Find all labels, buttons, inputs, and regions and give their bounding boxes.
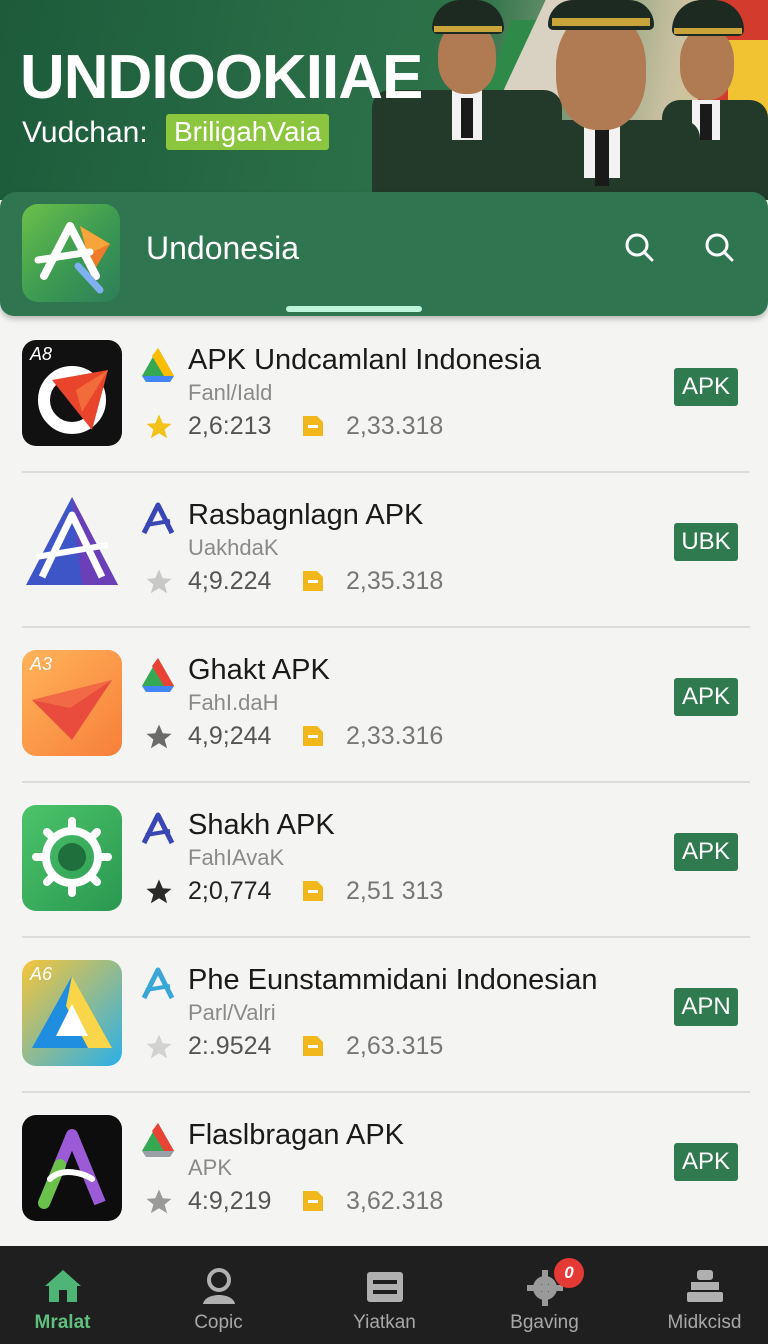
app-name: Flaslbragan APK	[188, 1119, 405, 1151]
star-icon	[144, 1187, 174, 1217]
officer-center-image	[500, 0, 700, 200]
file-icon	[300, 413, 326, 439]
list-item[interactable]: Flaslbragan APK APK 4:9,219 3,62.318 APK	[0, 1093, 768, 1248]
logo-a-icon	[34, 222, 110, 294]
banner-subtitle: Vudchan:	[22, 116, 148, 149]
app-name: Shakh APK	[188, 809, 335, 841]
app-name: Phe Eunstammidani Indonesian	[188, 964, 598, 996]
drive-icon	[138, 654, 178, 694]
notification-badge: 0	[554, 1258, 584, 1288]
user-stack-icon	[683, 1264, 727, 1308]
star-icon	[144, 722, 174, 752]
nav-label: Copic	[194, 1312, 243, 1333]
app-rating: 4;9.224	[188, 567, 272, 595]
app-publisher: FahIAvaK	[188, 845, 285, 870]
download-badge[interactable]: APK	[674, 678, 738, 716]
download-badge[interactable]: APK	[674, 1143, 738, 1181]
nav-label: Mralat	[34, 1312, 91, 1333]
list-item[interactable]: A6 Phe Eunstammidani Indonesian Parl/Val…	[0, 938, 768, 1093]
star-icon	[144, 1032, 174, 1062]
header-title: Undonesia	[146, 230, 299, 266]
file-icon	[300, 723, 326, 749]
search-icon-secondary[interactable]	[700, 228, 740, 268]
file-icon	[300, 878, 326, 904]
app-rating: 4:9,219	[188, 1187, 272, 1215]
app-icon: A8	[22, 340, 122, 446]
a-logo-icon	[138, 809, 178, 849]
file-icon	[300, 568, 326, 594]
nav-label: Bgaving	[510, 1312, 579, 1333]
list-item[interactable]: Shakh APK FahIAvaK 2;0,774 2,51 313 APK	[0, 783, 768, 938]
icon-label: A3	[29, 654, 52, 674]
download-badge[interactable]: UBK	[674, 523, 738, 561]
download-badge[interactable]: APK	[674, 833, 738, 871]
star-icon	[144, 567, 174, 597]
app-icon: A3	[22, 650, 122, 756]
drive-icon	[138, 344, 178, 384]
list-item[interactable]: Rasbagnlagn APK UakhdaK 4;9.224 2,35.318…	[0, 473, 768, 628]
download-badge[interactable]: APN	[674, 988, 738, 1026]
icon-label: A6	[29, 964, 53, 984]
banner-title: UNDIOOKIIAE	[20, 43, 423, 112]
app-publisher: FahI.daH	[188, 690, 279, 715]
app-icon	[22, 495, 122, 601]
app-icon: A6	[22, 960, 122, 1066]
icon-label: A8	[29, 344, 52, 364]
app-publisher: UakhdaK	[188, 535, 279, 560]
app-size: 2,63.315	[346, 1032, 444, 1060]
person-icon	[197, 1264, 241, 1308]
nav-item-copic[interactable]: Copic	[142, 1246, 295, 1344]
banner-tag: BriligahVaia	[166, 114, 330, 150]
nav-item-home[interactable]: Mralat	[0, 1246, 139, 1344]
app-size: 2,33.316	[346, 722, 444, 750]
app-name: APK Undcamlanl Indonesia	[188, 344, 542, 376]
list-item[interactable]: A3 Ghakt APK FahI.daH 4,9;244 2,33.316 A…	[0, 628, 768, 783]
nav-label: Midkcisd	[667, 1312, 742, 1333]
file-icon	[300, 1188, 326, 1214]
app-name: Ghakt APK	[188, 654, 330, 686]
tab-indicator	[286, 306, 422, 312]
app-name: Rasbagnlagn APK	[188, 499, 424, 531]
download-badge[interactable]: APK	[674, 368, 738, 406]
list-item[interactable]: A8 APK Undcamlanl Indonesia Fanl/Iald 2,…	[0, 318, 768, 473]
a-logo-icon	[138, 964, 178, 1004]
search-icon[interactable]	[620, 228, 660, 268]
nav-item-midkcisd[interactable]: Midkcisd	[628, 1246, 768, 1344]
bottom-navigation: Mralat Copic Yiatkan 0 Bgaving Midkcisd	[0, 1246, 768, 1344]
nav-label: Yiatkan	[353, 1312, 416, 1333]
app-rating: 2:.9524	[188, 1032, 272, 1060]
app-icon	[22, 805, 122, 911]
app-publisher: Parl/Valri	[188, 1000, 276, 1025]
app-rating: 4,9;244	[188, 722, 272, 750]
list-icon	[363, 1264, 407, 1308]
home-icon	[41, 1264, 85, 1308]
file-icon	[300, 1033, 326, 1059]
app-logo[interactable]	[22, 204, 120, 302]
star-icon	[144, 877, 174, 907]
app-header: Undonesia	[0, 192, 768, 316]
star-icon	[144, 412, 174, 442]
app-store-screen: UNDIOOKIIAE Vudchan: BriligahVaia Undone…	[0, 0, 768, 1344]
promo-banner[interactable]: UNDIOOKIIAE Vudchan: BriligahVaia	[0, 0, 768, 200]
app-publisher: APK	[188, 1155, 233, 1180]
app-size: 2,35.318	[346, 567, 444, 595]
app-size: 2,51 313	[346, 877, 444, 905]
app-icon	[22, 1115, 122, 1221]
a-logo-icon	[138, 499, 178, 539]
app-rating: 2;0,774	[188, 877, 272, 905]
app-publisher: Fanl/Iald	[188, 380, 273, 405]
drive-icon	[138, 1119, 178, 1159]
nav-item-yiatkan[interactable]: Yiatkan	[308, 1246, 461, 1344]
nav-item-bgaving[interactable]: 0 Bgaving	[468, 1246, 621, 1344]
app-size: 3,62.318	[346, 1187, 444, 1215]
app-list: A8 APK Undcamlanl Indonesia Fanl/Iald 2,…	[0, 318, 768, 1248]
app-rating: 2,6:213	[188, 412, 272, 440]
app-size: 2,33.318	[346, 412, 444, 440]
